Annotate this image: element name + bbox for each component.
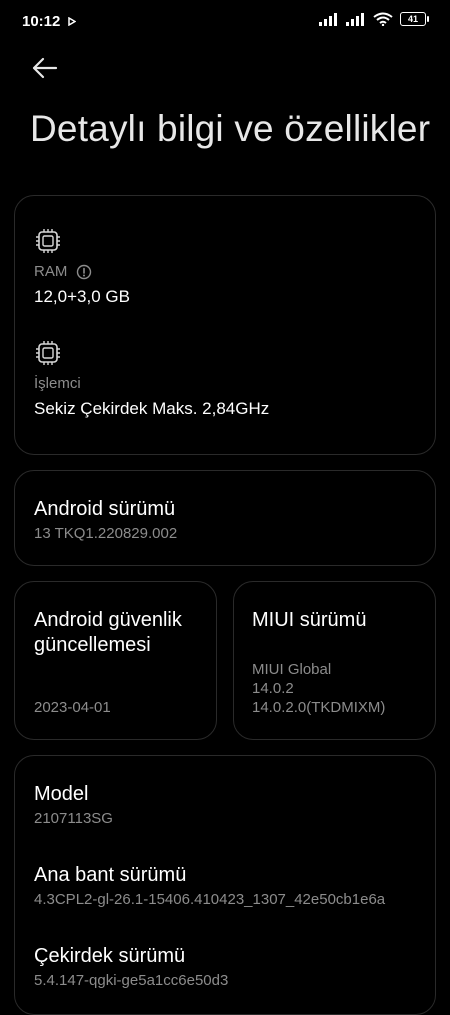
battery-icon: 41 bbox=[400, 12, 429, 26]
wifi-icon bbox=[373, 12, 393, 26]
security-update-title-line2: güncellemesi bbox=[34, 634, 151, 656]
miui-version-line3: 14.0.2.0(TKDMIXM) bbox=[252, 699, 386, 716]
ram-value: 12,0+3,0 GB bbox=[34, 287, 130, 306]
kernel-title: Çekirdek sürümü bbox=[34, 945, 186, 967]
hardware-card: RAM 12,0+3,0 GB İşlemci Sekiz Çekirdek M… bbox=[14, 195, 436, 455]
android-version-title: Android sürümü bbox=[34, 498, 176, 520]
cpu-label: İşlemci bbox=[34, 375, 81, 392]
miui-version-line2: 14.0.2 bbox=[252, 680, 294, 697]
security-update-title-line1: Android güvenlik bbox=[34, 609, 182, 631]
miui-version-line1: MIUI Global bbox=[252, 661, 332, 678]
chip-icon bbox=[36, 229, 60, 253]
model-title: Model bbox=[34, 783, 89, 805]
arrow-left-icon bbox=[32, 57, 58, 79]
android-version-value: 13 TKQ1.220829.002 bbox=[34, 525, 178, 542]
back-button[interactable] bbox=[28, 52, 64, 84]
android-version-card[interactable]: Android sürümü 13 TKQ1.220829.002 bbox=[14, 470, 436, 566]
page-title: Detaylı bilgi ve özellikler bbox=[30, 108, 431, 149]
security-update-value: 2023-04-01 bbox=[34, 699, 111, 716]
status-icons: 41 bbox=[319, 12, 429, 26]
miui-version-card[interactable]: MIUI sürümü MIUI Global 14.0.2 14.0.2.0(… bbox=[233, 581, 436, 740]
model-value: 2107113SG bbox=[34, 810, 113, 827]
security-update-card: Android güvenlik güncellemesi 2023-04-01 bbox=[14, 581, 217, 740]
signal-icon bbox=[319, 12, 337, 26]
play-icon bbox=[68, 17, 76, 26]
signal-icon bbox=[346, 12, 364, 26]
kernel-value: 5.4.147-qgki-ge5a1cc6e50d3 bbox=[34, 972, 229, 989]
status-bar: 10:12 41 bbox=[0, 0, 450, 44]
device-info-card: Model 2107113SG Ana bant sürümü 4.3CPL2-… bbox=[14, 755, 436, 1015]
status-time: 10:12 bbox=[22, 13, 61, 30]
cpu-value: Sekiz Çekirdek Maks. 2,84GHz bbox=[34, 399, 270, 418]
baseband-value: 4.3CPL2-gl-26.1-15406.410423_1307_42e50c… bbox=[34, 891, 386, 908]
miui-version-title: MIUI sürümü bbox=[252, 609, 367, 631]
chip-icon bbox=[36, 341, 60, 365]
info-icon[interactable] bbox=[76, 264, 92, 280]
ram-label: RAM bbox=[34, 263, 68, 280]
baseband-title: Ana bant sürümü bbox=[34, 864, 187, 886]
